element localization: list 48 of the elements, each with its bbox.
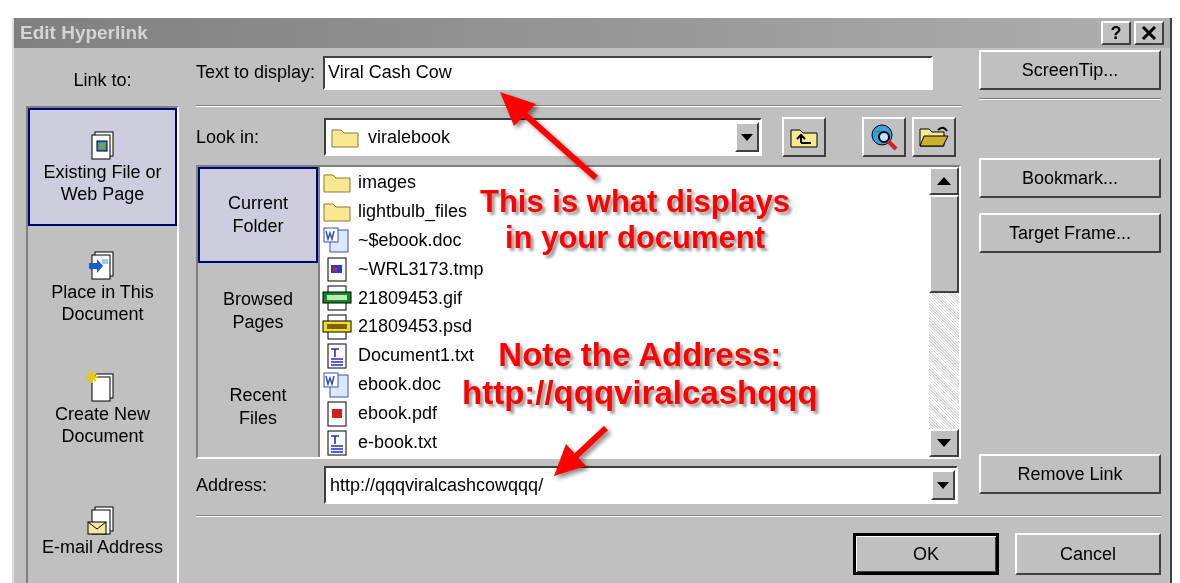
- annotation-text: in your document: [504, 219, 767, 256]
- text-to-display-field[interactable]: Viral Cash Cow: [323, 55, 934, 90]
- help-button[interactable]: ?: [1101, 21, 1131, 45]
- annotation-text: This is what displays: [480, 184, 791, 220]
- close-button[interactable]: [1134, 21, 1164, 45]
- file-item[interactable]: ebook.doc: [320, 370, 442, 400]
- close-icon: [1141, 26, 1157, 40]
- link-type-item[interactable]: E-mail Address: [28, 470, 177, 583]
- file-item[interactable]: ~$ebook.doc: [320, 225, 462, 255]
- browse-place-item[interactable]: Browsed Pages: [198, 263, 318, 359]
- globe-magnifier-icon: [869, 122, 899, 152]
- file-item[interactable]: e-book.txt: [320, 428, 438, 458]
- remove-link-button[interactable]: Remove Link: [979, 454, 1161, 494]
- screentip-button[interactable]: ScreenTip...: [979, 50, 1161, 90]
- file-item[interactable]: Document1.txt: [320, 341, 475, 371]
- file-item[interactable]: images: [320, 168, 417, 197]
- file-item[interactable]: 21809453.psd: [320, 312, 473, 342]
- annotation-arrow: [554, 425, 609, 476]
- dialog-button[interactable]: Cancel: [1015, 533, 1161, 575]
- scrollbar[interactable]: [929, 167, 959, 457]
- open-folder-button[interactable]: [912, 117, 956, 157]
- link-type-item[interactable]: Create New Document: [28, 348, 177, 470]
- link-to-label: Link to:: [72, 68, 133, 92]
- dropdown-arrow-icon: [937, 481, 949, 489]
- dialog-button[interactable]: OK: [853, 533, 999, 575]
- window-title: Edit Hyperlink: [20, 22, 148, 44]
- text-to-display-label: Text to display:: [196, 62, 316, 83]
- file-item[interactable]: ebook.pdf: [320, 399, 438, 429]
- look-in-dropdown[interactable]: viralebook: [324, 118, 762, 156]
- address-label: Address:: [196, 474, 269, 496]
- browse-place-item[interactable]: Recent Files: [198, 359, 318, 455]
- up-folder-button[interactable]: [782, 117, 826, 157]
- side-button[interactable]: Bookmark...: [979, 158, 1161, 198]
- open-folder-icon: [918, 124, 950, 150]
- link-type-item[interactable]: Place in This Document: [28, 226, 177, 348]
- look-in-label: Look in:: [196, 126, 261, 148]
- scroll-down-icon: [937, 439, 951, 447]
- annotation-text: http://qqqviralcashqqq: [462, 374, 818, 413]
- scroll-up-icon: [937, 177, 951, 185]
- search-web-button[interactable]: [862, 117, 906, 157]
- dropdown-arrow-icon: [741, 133, 753, 141]
- file-item[interactable]: lightbulb_files: [320, 196, 468, 226]
- address-field[interactable]: http://qqqviralcashcowqqq/: [324, 466, 958, 504]
- browse-place-item[interactable]: Current Folder: [198, 167, 318, 263]
- file-item[interactable]: ~WRL3173.tmp: [320, 254, 484, 284]
- link-type-item[interactable]: Existing File or Web Page: [28, 108, 177, 226]
- file-item[interactable]: 21809453.gif: [320, 283, 463, 313]
- side-button[interactable]: Target Frame...: [979, 213, 1161, 253]
